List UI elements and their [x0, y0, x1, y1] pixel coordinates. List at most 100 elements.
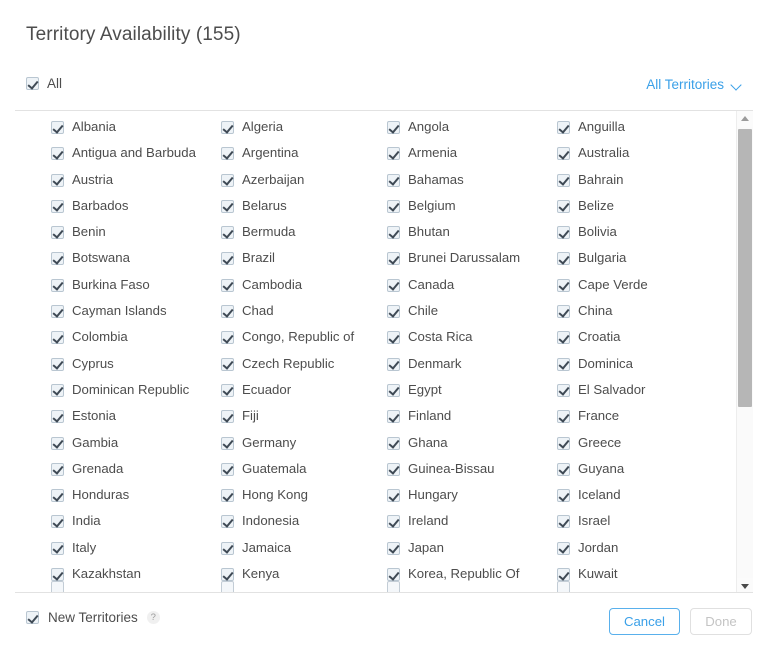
territory-item[interactable]: Iceland: [557, 487, 725, 503]
territory-checkbox[interactable]: [51, 358, 64, 371]
territory-checkbox[interactable]: [221, 581, 234, 593]
territory-item[interactable]: Benin: [51, 224, 219, 240]
territory-checkbox[interactable]: [387, 384, 400, 397]
territory-checkbox[interactable]: [51, 226, 64, 239]
territory-item[interactable]: Burkina Faso: [51, 277, 219, 293]
territory-checkbox[interactable]: [557, 358, 570, 371]
scrollbar-track[interactable]: [737, 127, 753, 578]
territory-item[interactable]: Albania: [51, 119, 219, 135]
territory-item[interactable]: Guinea-Bissau: [387, 461, 555, 477]
territory-item[interactable]: Gambia: [51, 435, 219, 451]
territory-item[interactable]: Croatia: [557, 329, 725, 345]
territory-checkbox[interactable]: [221, 279, 234, 292]
territory-item[interactable]: Dominica: [557, 356, 725, 372]
territory-checkbox[interactable]: [557, 581, 570, 593]
territory-item[interactable]: Congo, Republic of: [221, 329, 389, 345]
territory-checkbox[interactable]: [51, 568, 64, 581]
territory-checkbox[interactable]: [557, 147, 570, 160]
territory-checkbox[interactable]: [221, 174, 234, 187]
territory-item[interactable]: Anguilla: [557, 119, 725, 135]
territory-item[interactable]: Bolivia: [557, 224, 725, 240]
territory-item[interactable]: Canada: [387, 277, 555, 293]
territory-item[interactable]: Grenada: [51, 461, 219, 477]
territory-item[interactable]: Belarus: [221, 198, 389, 214]
territory-item[interactable]: France: [557, 408, 725, 424]
territory-checkbox[interactable]: [387, 121, 400, 134]
territory-checkbox[interactable]: [221, 568, 234, 581]
territory-checkbox[interactable]: [51, 463, 64, 476]
territory-checkbox[interactable]: [557, 384, 570, 397]
territory-item[interactable]: Guatemala: [221, 461, 389, 477]
territory-checkbox[interactable]: [557, 200, 570, 213]
territory-item[interactable]: Chile: [387, 303, 555, 319]
territory-item[interactable]: Kyrgyzstan: [51, 592, 219, 593]
territory-checkbox[interactable]: [557, 515, 570, 528]
territory-item[interactable]: Chad: [221, 303, 389, 319]
territory-item[interactable]: Hungary: [387, 487, 555, 503]
territory-checkbox[interactable]: [51, 384, 64, 397]
territory-item[interactable]: Bhutan: [387, 224, 555, 240]
territory-item[interactable]: Belgium: [387, 198, 555, 214]
new-territories-row[interactable]: New Territories ?: [26, 610, 160, 625]
territory-item[interactable]: Bermuda: [221, 224, 389, 240]
territory-item[interactable]: Latvia: [387, 592, 555, 593]
territory-checkbox[interactable]: [387, 410, 400, 423]
territory-item[interactable]: Hong Kong: [221, 487, 389, 503]
territory-item[interactable]: Fiji: [221, 408, 389, 424]
territory-checkbox[interactable]: [557, 331, 570, 344]
territory-checkbox[interactable]: [51, 437, 64, 450]
territory-checkbox[interactable]: [51, 581, 64, 593]
territory-checkbox[interactable]: [221, 200, 234, 213]
territory-checkbox[interactable]: [557, 226, 570, 239]
territory-checkbox[interactable]: [387, 226, 400, 239]
territory-item[interactable]: India: [51, 513, 219, 529]
territory-checkbox[interactable]: [387, 463, 400, 476]
territory-checkbox[interactable]: [51, 515, 64, 528]
territory-item[interactable]: Israel: [557, 513, 725, 529]
territory-item[interactable]: Cape Verde: [557, 277, 725, 293]
vertical-scrollbar[interactable]: [736, 111, 753, 593]
territory-item[interactable]: Kazakhstan: [51, 566, 219, 582]
territory-checkbox[interactable]: [557, 463, 570, 476]
territory-checkbox[interactable]: [221, 410, 234, 423]
territory-checkbox[interactable]: [387, 147, 400, 160]
territory-item[interactable]: El Salvador: [557, 382, 725, 398]
territory-checkbox[interactable]: [387, 437, 400, 450]
territory-item[interactable]: Guyana: [557, 461, 725, 477]
territory-checkbox[interactable]: [221, 331, 234, 344]
territory-checkbox[interactable]: [557, 437, 570, 450]
territory-checkbox[interactable]: [51, 279, 64, 292]
territory-item[interactable]: Egypt: [387, 382, 555, 398]
territory-checkbox[interactable]: [51, 331, 64, 344]
territory-checkbox[interactable]: [557, 121, 570, 134]
territory-item[interactable]: Greece: [557, 435, 725, 451]
territory-item[interactable]: Finland: [387, 408, 555, 424]
territory-item[interactable]: Lebanon: [557, 592, 725, 593]
territory-checkbox[interactable]: [557, 410, 570, 423]
territory-item[interactable]: Angola: [387, 119, 555, 135]
territory-checkbox[interactable]: [387, 305, 400, 318]
new-territories-checkbox[interactable]: [26, 611, 39, 624]
territory-checkbox[interactable]: [557, 568, 570, 581]
territory-item[interactable]: Kuwait: [557, 566, 725, 582]
territory-checkbox[interactable]: [221, 463, 234, 476]
territory-checkbox[interactable]: [51, 147, 64, 160]
territory-checkbox[interactable]: [387, 252, 400, 265]
territory-checkbox[interactable]: [387, 358, 400, 371]
territory-checkbox[interactable]: [387, 542, 400, 555]
territory-item[interactable]: Azerbaijan: [221, 172, 389, 188]
territory-checkbox[interactable]: [221, 252, 234, 265]
territory-checkbox[interactable]: [51, 489, 64, 502]
territory-checkbox[interactable]: [557, 305, 570, 318]
territory-checkbox[interactable]: [51, 121, 64, 134]
territory-item[interactable]: Lao People's Democratic Republic: [221, 592, 389, 593]
territory-checkbox[interactable]: [221, 226, 234, 239]
scroll-down-arrow-icon[interactable]: [737, 578, 753, 593]
select-all-checkbox-row[interactable]: All: [26, 76, 62, 91]
territory-checkbox[interactable]: [221, 515, 234, 528]
territory-item[interactable]: Germany: [221, 435, 389, 451]
scroll-up-arrow-icon[interactable]: [737, 111, 753, 127]
territory-checkbox[interactable]: [221, 147, 234, 160]
territory-checkbox[interactable]: [387, 200, 400, 213]
territory-checkbox[interactable]: [387, 515, 400, 528]
